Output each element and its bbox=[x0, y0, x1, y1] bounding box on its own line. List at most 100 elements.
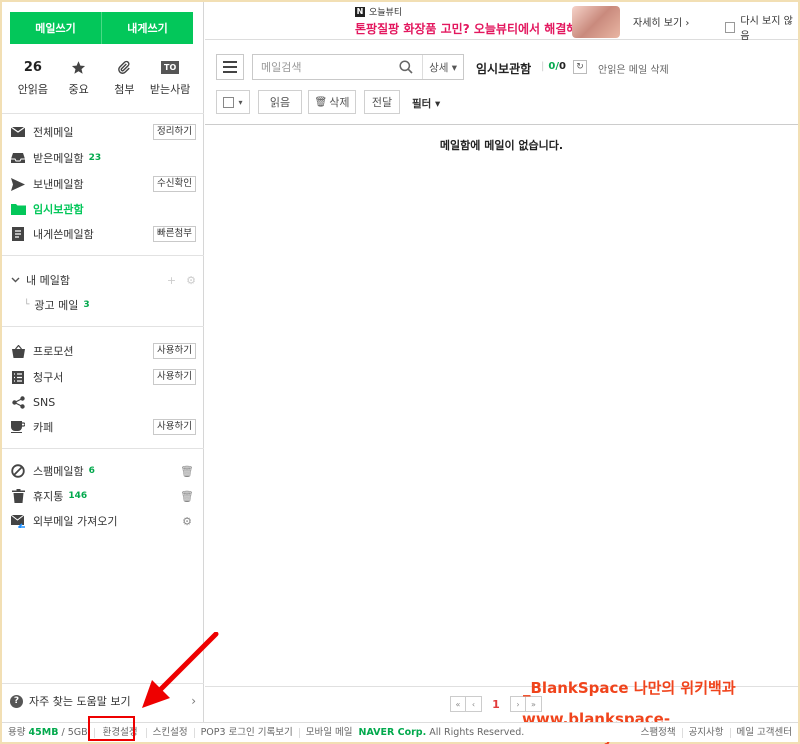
sidebar-item-self-mail[interactable]: 내게쓴메일함 빠른첨부 bbox=[10, 223, 196, 245]
coffee-cup-icon bbox=[11, 421, 25, 433]
pop3-log-link[interactable]: POP3 로그인 기록보기 bbox=[195, 727, 300, 738]
spam-policy-link[interactable]: 스팸정책 bbox=[635, 727, 683, 738]
share-icon bbox=[11, 395, 25, 409]
sidebar-item-sent[interactable]: 보낸메일함 수신확인 bbox=[10, 173, 196, 195]
use-button[interactable]: 사용하기 bbox=[153, 419, 196, 435]
delete-label: 삭제 bbox=[329, 96, 350, 109]
detail-search-dropdown[interactable]: 상세 ▾ bbox=[422, 55, 463, 79]
divider bbox=[2, 113, 204, 114]
sidebar-item-bill[interactable]: 청구서 사용하기 bbox=[10, 366, 196, 388]
organize-button[interactable]: 정리하기 bbox=[153, 124, 196, 140]
current-page[interactable]: 1 bbox=[482, 698, 510, 711]
makeup-palette-image bbox=[572, 6, 620, 38]
watermark-title: _BlankSpace 나만의 위키백과 bbox=[523, 679, 736, 697]
ad-headline[interactable]: 톤팡질팡 화장품 고민? 오늘뷰티에서 해결해! bbox=[355, 20, 583, 37]
ad-banner[interactable]: N 오늘뷰티 톤팡질팡 화장품 고민? 오늘뷰티에서 해결해! 자세히 보기 ›… bbox=[205, 2, 798, 42]
usage-label: 용량 bbox=[8, 726, 26, 738]
sidebar-item-ad-mail[interactable]: └ 광고 메일 3 bbox=[24, 294, 196, 316]
first-page-button[interactable]: « bbox=[450, 696, 466, 712]
search-icon bbox=[399, 60, 413, 74]
select-all-checkbox[interactable] bbox=[223, 96, 235, 108]
empty-spam-icon[interactable]: 🗑 bbox=[180, 465, 194, 478]
read-receipt-button[interactable]: 수신확인 bbox=[153, 176, 196, 192]
menu-toggle-button[interactable] bbox=[216, 54, 244, 80]
sidebar-item-trash[interactable]: 휴지통 146 🗑 bbox=[10, 485, 196, 507]
shopping-bag-icon bbox=[11, 344, 25, 358]
folder-icon bbox=[10, 204, 26, 215]
copyright: NAVER Corp. All Rights Reserved. bbox=[356, 727, 528, 738]
footer-right-links: 스팸정책 공지사항 메일 고객센터 bbox=[635, 727, 798, 738]
folder-total-count: 0 bbox=[559, 61, 566, 72]
prev-page-button[interactable]: ‹ bbox=[466, 696, 482, 712]
sidebar-item-external-mail[interactable]: 외부메일 가져오기 ⚙ bbox=[10, 510, 196, 532]
sidebar-item-drafts[interactable]: 임시보관함 bbox=[10, 198, 196, 220]
annotation-highlight-box bbox=[88, 716, 135, 741]
envelope-icon bbox=[11, 126, 25, 137]
divider bbox=[2, 326, 204, 327]
search-box: 상세 ▾ bbox=[252, 54, 464, 80]
notice-link[interactable]: 공지사항 bbox=[683, 727, 731, 738]
quick-attach-button[interactable]: 빠른첨부 bbox=[153, 226, 196, 242]
annotation-arrow bbox=[142, 632, 219, 708]
ad-hide-option[interactable]: 다시 보지 않음 bbox=[725, 12, 798, 42]
sidebar-item-sns[interactable]: SNS bbox=[10, 391, 196, 413]
naver-n-icon: N bbox=[355, 6, 365, 17]
folder-settings-icon[interactable]: ⚙ bbox=[186, 274, 196, 287]
empty-trash-icon[interactable]: 🗑 bbox=[180, 490, 194, 503]
search-button[interactable] bbox=[395, 60, 417, 74]
sidebar-item-cafe[interactable]: 카페 사용하기 bbox=[10, 416, 196, 438]
sidebar-item-label: 휴지통 bbox=[33, 490, 64, 503]
sidebar-item-all-mail[interactable]: 전체메일 정리하기 bbox=[10, 121, 196, 143]
use-button[interactable]: 사용하기 bbox=[153, 369, 196, 385]
sidebar-item-label: 외부메일 가져오기 bbox=[33, 515, 118, 528]
storage-usage: 용량 45MB / 5GB bbox=[2, 726, 95, 738]
skin-settings-link[interactable]: 스킨설정 bbox=[147, 727, 195, 738]
write-mail-button[interactable]: 메일쓰기 bbox=[10, 12, 102, 44]
write-to-me-button[interactable]: 내게쓰기 bbox=[102, 12, 193, 44]
spam-count: 6 bbox=[88, 466, 95, 476]
sidebar-item-label: 보낸메일함 bbox=[33, 178, 84, 191]
filter-dropdown[interactable]: 필터 ▾ bbox=[412, 96, 440, 111]
quick-unread-label: 안읽음 bbox=[17, 83, 49, 96]
sidebar-item-label: 받은메일함 bbox=[33, 152, 84, 165]
paperclip-icon bbox=[118, 60, 131, 74]
quick-important[interactable]: 중요 bbox=[56, 58, 102, 97]
mobile-mail-link[interactable]: 모바일 메일 bbox=[300, 727, 356, 738]
support-link[interactable]: 메일 고객센터 bbox=[731, 727, 798, 738]
hide-ad-checkbox[interactable] bbox=[725, 21, 736, 33]
refresh-button[interactable]: ↻ bbox=[573, 60, 587, 74]
quick-recipient[interactable]: TO 받는사람 bbox=[147, 58, 193, 97]
delete-unread-link[interactable]: 안읽은 메일 삭제 bbox=[598, 61, 669, 76]
caret-down-icon: ▾ bbox=[238, 97, 243, 107]
add-folder-icon[interactable]: + bbox=[167, 274, 176, 287]
sidebar-item-promotion[interactable]: 프로모션 사용하기 bbox=[10, 340, 196, 362]
folder-title: 임시보관함 bbox=[476, 62, 532, 76]
delete-button[interactable]: 🗑 삭제 bbox=[308, 90, 356, 114]
quick-attachment[interactable]: 첨부 bbox=[102, 58, 148, 97]
sidebar-item-label: 프로모션 bbox=[33, 345, 74, 358]
inbox-icon bbox=[11, 153, 25, 163]
use-button[interactable]: 사용하기 bbox=[153, 343, 196, 359]
mark-read-button[interactable]: 읽음 bbox=[258, 90, 302, 114]
sidebar-item-inbox[interactable]: 받은메일함 23 bbox=[10, 147, 196, 169]
quick-unread[interactable]: 26 안읽음 bbox=[10, 58, 56, 97]
sidebar-item-label: SNS bbox=[33, 395, 56, 409]
sidebar-item-label: 스팸메일함 bbox=[33, 465, 84, 478]
gear-icon[interactable]: ⚙ bbox=[182, 515, 192, 528]
ad-brand: N 오늘뷰티 bbox=[355, 5, 402, 18]
quick-recipient-label: 받는사람 bbox=[149, 83, 191, 96]
sidebar-item-label: 임시보관함 bbox=[33, 203, 84, 216]
sidebar-item-spam[interactable]: 스팸메일함 6 🗑 bbox=[10, 460, 196, 482]
subfolder-icon: └ bbox=[24, 300, 30, 310]
forward-button[interactable]: 전달 bbox=[364, 90, 400, 114]
inbox-count: 23 bbox=[88, 153, 102, 163]
ad-more-link[interactable]: 자세히 보기 › bbox=[633, 14, 689, 29]
select-all-dropdown[interactable]: ▾ bbox=[216, 90, 250, 114]
list-icon bbox=[12, 370, 24, 384]
trash-icon: 🗑 bbox=[314, 96, 328, 108]
import-mail-icon bbox=[10, 514, 25, 528]
search-input[interactable] bbox=[253, 56, 393, 78]
note-icon bbox=[12, 227, 24, 241]
my-folders-header[interactable]: 내 메일함 + ⚙ bbox=[10, 269, 196, 291]
my-folders-title: 내 메일함 bbox=[26, 274, 70, 287]
